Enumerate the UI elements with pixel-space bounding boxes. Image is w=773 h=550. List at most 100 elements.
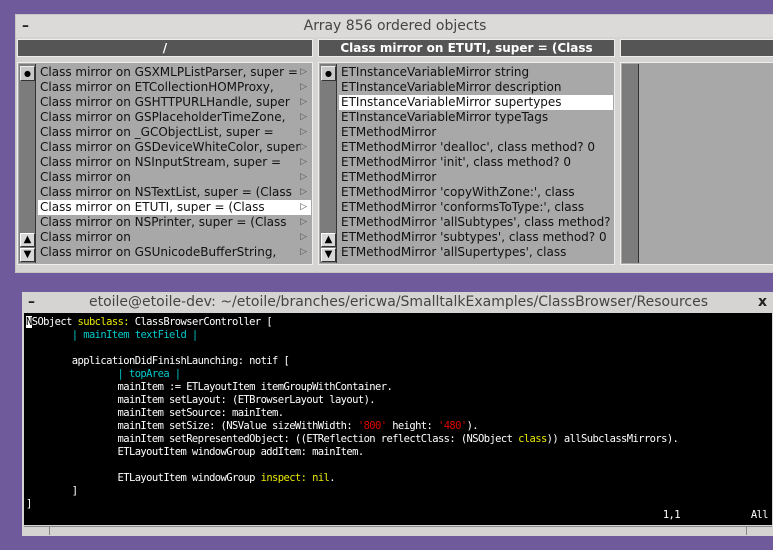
code-token: '800' [357,420,387,432]
code-token: . [329,472,336,484]
code-token: mainItem := ETLayoutItem itemGroupWithCo… [26,381,393,393]
code-token: ETLayoutItem windowGroup [26,472,261,484]
scroll-up-arrow-icon[interactable]: ▲ [321,233,336,247]
column-header-2: Class mirror on ETUTI, super = (Class [318,39,615,57]
list-item[interactable]: ETMethodMirror 'init', class method? 0 [339,155,613,170]
cursor-position: 1,1 [662,509,681,521]
list-item[interactable]: Class mirror on _GCObjectList, super = ▷ [38,125,311,140]
browser-title-bar[interactable]: – Array 856 ordered objects [16,15,773,37]
list-item[interactable]: Class mirror on ETCollectionHOMProxy, ▷ [38,80,311,95]
list-item[interactable]: ETInstanceVariableMirror typeTags [339,110,613,125]
code-token: SObject [31,316,78,328]
code-token: mainItem setLayout: (ETBrowserLayout lay… [26,394,376,406]
expand-arrow-icon: ▷ [300,247,307,257]
list-item[interactable]: Class mirror on ▷ [38,230,311,245]
terminal-title: etoile@etoile-dev: ~/etoile/branches/eri… [88,294,709,310]
list-item[interactable]: ETMethodMirror 'copyWithZone:', class [339,185,613,200]
list-item-label: Class mirror on GSDeviceWhiteColor, supe… [40,140,301,154]
list-item[interactable]: ETMethodMirror [339,170,613,185]
list-item[interactable]: ETInstanceVariableMirror string [339,65,613,80]
list-item[interactable]: Class mirror on GSPlaceholderTimeZone, ▷ [38,110,311,125]
minimize-button[interactable]: – [28,292,35,313]
list-item[interactable]: ETInstanceVariableMirror description [339,80,613,95]
minimize-button[interactable]: – [22,15,29,37]
code-token: nil [312,472,330,484]
scroll-up-arrow-icon[interactable]: ▲ [20,233,35,247]
scroll-knob-icon[interactable]: ● [20,66,35,81]
list-item-label: Class mirror on [40,170,131,184]
list-item-label: Class mirror on ETCollectionHOMProxy, [40,80,274,94]
browser-window: – Array 856 ordered objects / Class mirr… [15,14,773,273]
vim-status-line: 1,1 All [26,509,769,522]
list-item[interactable]: ETMethodMirror 'dealloc', class method? … [339,140,613,155]
list-item-label: ETInstanceVariableMirror supertypes [341,95,562,109]
column-scrollbar[interactable]: ● ▲ ▼ [19,64,36,263]
horizontal-scrollbar[interactable] [24,526,772,535]
code-token: ] [26,485,78,497]
window-title: Array 856 ordered objects [303,18,487,34]
list-item[interactable]: Class mirror on NSTextList, super = (Cla… [38,185,311,200]
list-item[interactable]: ETMethodMirror 'subtypes', class method?… [339,230,613,245]
close-button[interactable]: x [758,292,767,313]
list-item[interactable]: ETMethodMirror 'allSubtypes', class meth… [339,215,613,230]
scroll-down-arrow-icon[interactable]: ▼ [20,248,35,262]
code-line: ETLayoutItem windowGroup inspect: nil. [26,472,772,485]
list-item[interactable]: Class mirror on GSDeviceWhiteColor, supe… [38,140,311,155]
list-item[interactable]: ETInstanceVariableMirror supertypes [339,95,613,110]
list-item[interactable]: Class mirror on ETUTI, super = (Class ▷ [38,200,311,215]
list-item[interactable]: Class mirror on NSInputStream, super = ▷ [38,155,311,170]
column-scrollbar[interactable] [622,64,639,263]
code-line: applicationDidFinishLaunching: notif [ [26,355,772,368]
code-token: ). [466,420,479,432]
list-item-label: Class mirror on GSXMLPListParser, super … [40,65,298,79]
list-item-label: ETMethodMirror 'dealloc', class method? … [341,140,596,154]
column-scrollbar[interactable]: ● ▲ ▼ [320,64,337,263]
code-token: '480' [437,420,467,432]
code-token: | mainItem textField | [71,329,198,341]
column-header-3 [620,39,773,57]
scroll-down-arrow-icon[interactable]: ▼ [321,248,336,262]
code-line: mainItem setSource: mainItem. [26,407,772,420]
list-item-label: Class mirror on NSPrinter, super = (Clas… [40,215,287,229]
list-item-label: Class mirror on ETUTI, super = (Class [40,200,265,214]
scroll-indicator: All [750,509,769,521]
code-token: applicationDidFinishLaunching: notif [ [26,355,290,367]
expand-arrow-icon: ▷ [300,217,307,227]
code-line: mainItem setLayout: (ETBrowserLayout lay… [26,394,772,407]
expand-arrow-icon: ▷ [300,142,307,152]
code-line: mainItem := ETLayoutItem itemGroupWithCo… [26,381,772,394]
code-token: inspect: [260,472,307,484]
list-item[interactable]: ETMethodMirror [339,125,613,140]
list-item-label: ETMethodMirror 'init', class method? 0 [341,155,572,169]
expand-arrow-icon: ▷ [300,187,307,197]
expand-arrow-icon: ▷ [300,82,307,92]
scroll-knob-icon[interactable]: ● [321,66,336,81]
list-item[interactable]: Class mirror on GSUnicodeBufferString, ▷ [38,245,311,260]
code-token: ClassBrowserController [ [129,316,273,328]
terminal-title-bar[interactable]: – etoile@etoile-dev: ~/etoile/branches/e… [22,292,773,313]
expand-arrow-icon: ▷ [300,202,307,212]
code-token: class [518,433,547,445]
code-line: ] [26,485,772,498]
list-item-label: Class mirror on GSHTTPURLHandle, super [40,95,290,109]
list-item-label: ETMethodMirror 'copyWithZone:', class [341,185,575,199]
list-item[interactable]: Class mirror on NSPrinter, super = (Clas… [38,215,311,230]
expand-arrow-icon: ▷ [300,157,307,167]
terminal-text-area[interactable]: NSObject subclass: ClassBrowserControlle… [24,313,772,525]
browser-column-3 [620,62,773,265]
list-item-label: ETMethodMirror [341,125,437,139]
code-token: | topArea | [117,368,182,380]
list-item-label: ETMethodMirror 'allSubtypes', class meth… [341,215,611,229]
list-item-label: Class mirror on _GCObjectList, super = [40,125,274,139]
list-item[interactable]: Class mirror on GSXMLPListParser, super … [38,65,311,80]
list-item[interactable]: ETMethodMirror 'conformsToType:', class [339,200,613,215]
list-item[interactable]: Class mirror on ▷ [38,170,311,185]
list-item[interactable]: ETMethodMirror 'allSupertypes', class [339,245,613,260]
code-token: )) allSubclassMirrors). [546,433,679,445]
code-token: mainItem setSource: mainItem. [26,407,285,419]
code-line: | mainItem textField | [26,329,772,342]
list-item[interactable]: Class mirror on GSHTTPURLHandle, super ▷ [38,95,311,110]
expand-arrow-icon: ▷ [300,127,307,137]
